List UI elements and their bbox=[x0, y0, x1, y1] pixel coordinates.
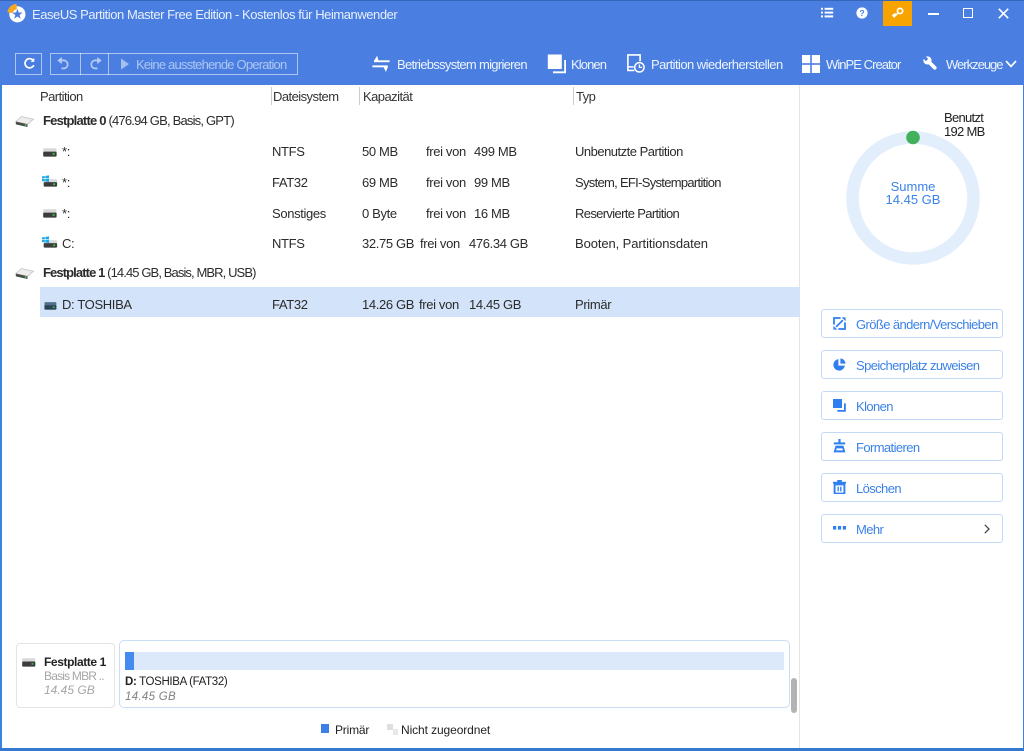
svg-text:?: ? bbox=[859, 8, 864, 18]
